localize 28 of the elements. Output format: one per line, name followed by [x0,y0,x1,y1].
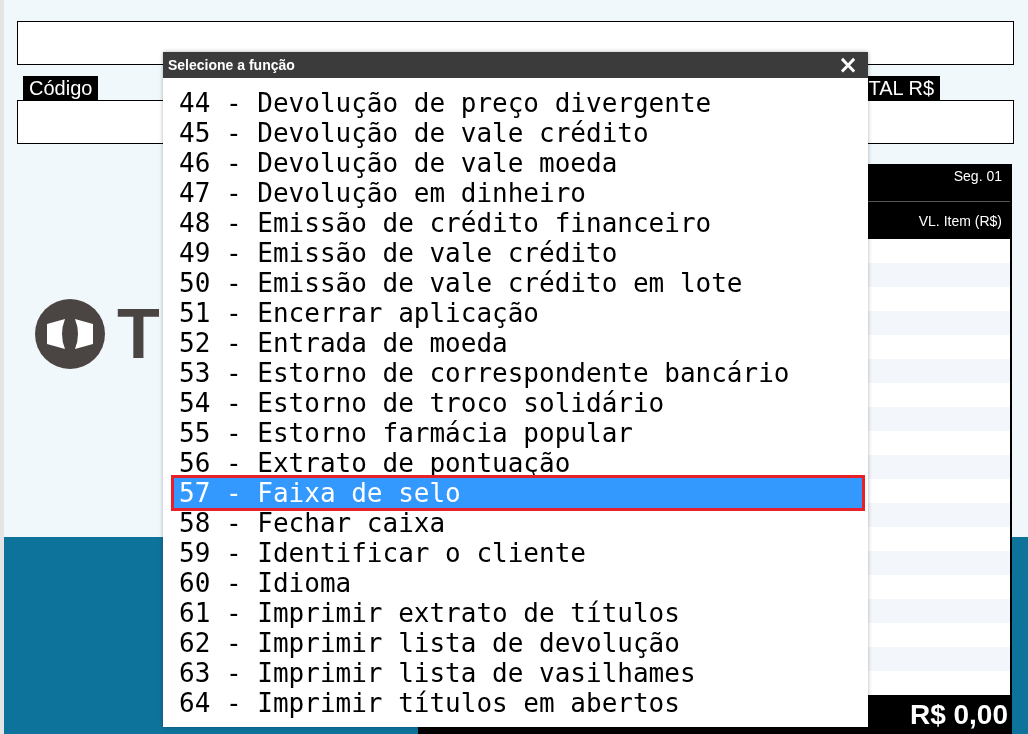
function-item[interactable]: 47 - Devolução em dinheiro [174,178,862,208]
function-item[interactable]: 49 - Emissão de vale crédito [174,238,862,268]
function-item[interactable]: 51 - Encerrar aplicação [174,298,862,328]
function-item[interactable]: 60 - Idioma [174,568,862,598]
close-button[interactable]: × [833,53,862,77]
function-item[interactable]: 48 - Emissão de crédito financeiro [174,208,862,238]
logo-icon [35,299,105,369]
function-item[interactable]: 45 - Devolução de vale crédito [174,118,862,148]
function-item[interactable]: 53 - Estorno de correspondente bancário [174,358,862,388]
function-item[interactable]: 52 - Entrada de moeda [174,328,862,358]
function-item[interactable]: 46 - Devolução de vale moeda [174,148,862,178]
function-item[interactable]: 61 - Imprimir extrato de títulos [174,598,862,628]
dialog-title: Selecione a função [168,57,295,73]
function-item[interactable]: 59 - Identificar o cliente [174,538,862,568]
function-item[interactable]: 44 - Devolução de preço divergente [174,88,862,118]
function-item[interactable]: 55 - Estorno farmácia popular [174,418,862,448]
function-item[interactable]: 63 - Imprimir lista de vasilhames [174,658,862,688]
function-item[interactable]: 56 - Extrato de pontuação [174,448,862,478]
column-header: VL. Item (R$) [918,212,1002,229]
logo-text: T [117,299,158,369]
function-item[interactable]: 58 - Fechar caixa [174,508,862,538]
function-item[interactable]: 50 - Emissão de vale crédito em lote [174,268,862,298]
function-item[interactable]: 54 - Estorno de troco solidário [174,388,862,418]
function-item[interactable]: 64 - Imprimir títulos em abertos [174,688,862,718]
field-label: Código [23,76,99,100]
total-amount: R$ 0,00 [909,698,1008,731]
segment-label: Seg. 01 [953,168,1002,186]
function-item[interactable]: 62 - Imprimir lista de devolução [174,628,862,658]
